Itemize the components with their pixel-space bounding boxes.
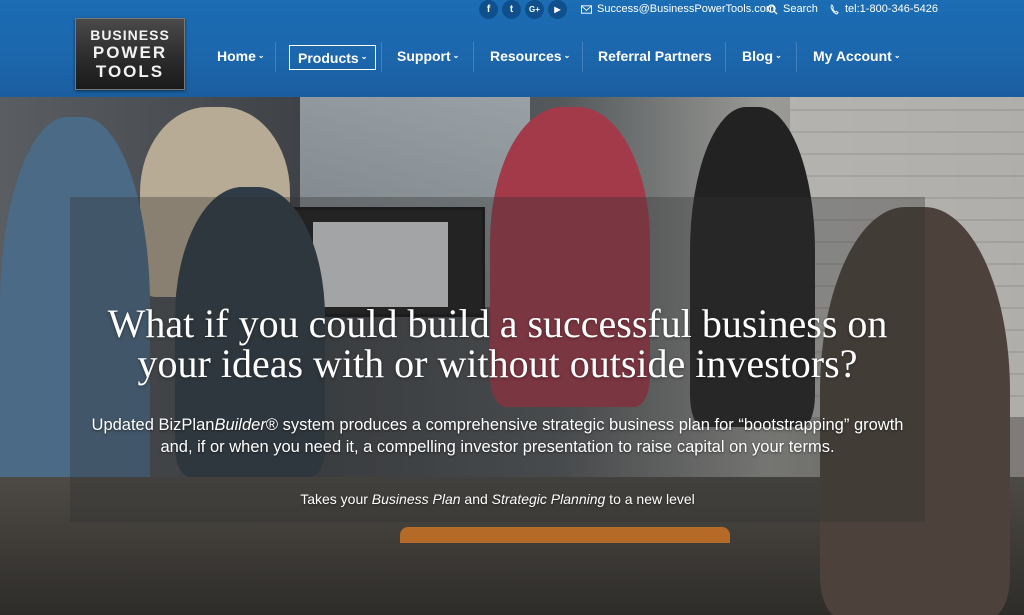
nav-divider: [796, 42, 797, 72]
nav-products[interactable]: Products ⌄: [289, 45, 377, 70]
hero-chair: [400, 527, 730, 615]
nav-home-label: Home: [217, 48, 256, 64]
tagline-part-2: and: [460, 491, 492, 507]
nav-divider: [381, 42, 382, 72]
logo[interactable]: BUSINESS POWER TOOLS: [75, 18, 185, 90]
search-text: Search: [783, 3, 818, 15]
social-links: f t G+ ▶: [479, 0, 567, 19]
nav-my-account[interactable]: My Account ⌄: [813, 40, 901, 72]
email-link[interactable]: Success@BusinessPowerTools.com: [581, 3, 775, 15]
google-plus-icon[interactable]: G+: [525, 0, 544, 19]
tagline-italic-1: Business Plan: [371, 491, 461, 507]
tagline-part-1: Takes your: [300, 491, 372, 507]
nav-divider: [473, 42, 474, 72]
hero-tagline: Takes your Business Plan and Strategic P…: [70, 491, 925, 507]
nav-blog-label: Blog: [742, 48, 774, 64]
search-icon: [767, 4, 778, 15]
nav-support-label: Support: [397, 48, 451, 64]
nav-support[interactable]: Support ⌄: [397, 40, 459, 72]
phone-icon: [830, 3, 839, 15]
phone-link[interactable]: tel:1-800-346-5426: [829, 3, 938, 15]
hero-subtext-part-1: Updated BizPlan: [91, 416, 215, 434]
hero-subtext-italic: Builder: [214, 416, 266, 434]
logo-line-1: BUSINESS: [90, 27, 170, 43]
nav-divider: [582, 42, 583, 72]
logo-line-2: POWER: [92, 43, 168, 62]
hero-subtext: Updated BizPlanBuilder® system produces …: [80, 414, 915, 458]
youtube-icon[interactable]: ▶: [548, 0, 567, 19]
logo-line-3: TOOLS: [95, 62, 165, 81]
hero-headline: What if you could build a successful bus…: [107, 301, 888, 386]
chevron-down-icon: ⌄: [775, 50, 782, 60]
nav-referral-partners-label: Referral Partners: [598, 48, 712, 64]
site-header: BUSINESS POWER TOOLS f t G+ ▶ Success@Bu…: [0, 0, 1024, 97]
twitter-icon[interactable]: t: [502, 0, 521, 19]
email-text: Success@BusinessPowerTools.com: [597, 3, 776, 15]
tagline-italic-2: Strategic Planning: [491, 491, 606, 507]
nav-resources[interactable]: Resources ⌄: [490, 40, 570, 72]
nav-referral-partners[interactable]: Referral Partners: [598, 40, 712, 72]
nav-resources-label: Resources: [490, 48, 562, 64]
nav-divider: [725, 42, 726, 72]
nav-my-account-label: My Account: [813, 48, 892, 64]
nav-products-label: Products: [298, 49, 359, 66]
hero-subtext-part-2: ® system produces a comprehensive strate…: [160, 416, 904, 456]
nav-home[interactable]: Home ⌄: [217, 40, 265, 72]
chevron-down-icon: ⌄: [452, 50, 460, 60]
search-link[interactable]: Search: [767, 3, 818, 15]
chevron-down-icon: ⌄: [360, 52, 368, 61]
chevron-down-icon: ⌄: [563, 50, 571, 60]
nav-divider: [275, 42, 276, 72]
mail-icon: [581, 4, 592, 14]
nav-blog[interactable]: Blog ⌄: [742, 40, 782, 72]
chevron-down-icon: ⌄: [257, 50, 265, 60]
tagline-part-3: to a new level: [605, 491, 695, 507]
phone-text: tel:1-800-346-5426: [845, 3, 938, 15]
facebook-icon[interactable]: f: [479, 0, 498, 19]
chevron-down-icon: ⌄: [893, 50, 901, 60]
